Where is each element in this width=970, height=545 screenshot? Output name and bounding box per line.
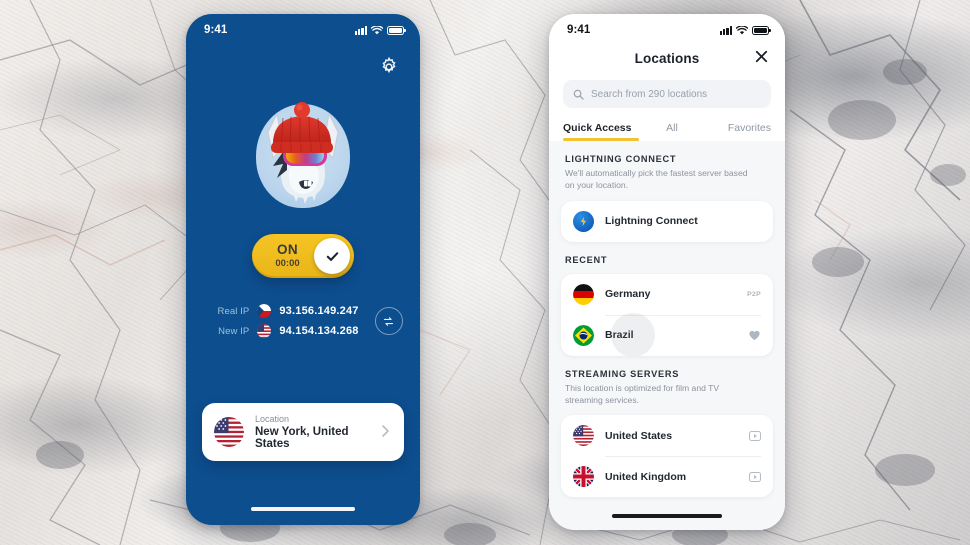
united-states-flag xyxy=(257,324,272,338)
locations-list[interactable]: LIGHTNING CONNECT We'll automatically pi… xyxy=(549,141,785,530)
wifi-icon xyxy=(736,25,748,35)
list-item-brazil[interactable]: Brazil xyxy=(561,312,773,356)
germany-flag xyxy=(573,283,594,305)
llama-mascot-red-beanie-goggles xyxy=(267,102,339,204)
chevron-right-icon[interactable] xyxy=(381,424,392,441)
toggle-knob[interactable] xyxy=(314,238,350,274)
wifi-icon xyxy=(371,25,383,35)
video-icon[interactable] xyxy=(749,471,761,482)
real-ip-label: Real IP xyxy=(217,305,250,317)
czech-republic-flag xyxy=(257,304,272,318)
section-title-recent: RECENT xyxy=(565,254,608,265)
united-states-flag xyxy=(214,417,244,447)
tab-favorites[interactable]: Favorites xyxy=(705,118,771,141)
home-indicator xyxy=(251,507,355,511)
section-title-streaming-servers: STREAMING SERVERS xyxy=(565,368,680,379)
gear-icon[interactable] xyxy=(378,56,400,78)
vpn-toggle-row: ON 00:00 xyxy=(186,234,420,278)
new-ip-row: New IP 94.154.134.268 xyxy=(203,324,358,338)
vpn-connect-toggle[interactable]: ON 00:00 xyxy=(252,234,354,278)
marble-grain xyxy=(0,0,970,545)
close-icon[interactable] xyxy=(753,48,771,66)
location-text: Location New York, United States xyxy=(255,414,370,450)
status-icons xyxy=(719,25,771,35)
section-desc-streaming-servers: This location is optimized for film and … xyxy=(565,382,720,405)
lightning-connect-card: Lightning Connect xyxy=(561,200,773,242)
cellular-signal-icon xyxy=(354,25,367,35)
marble-background xyxy=(0,0,970,545)
current-location-card[interactable]: Location New York, United States xyxy=(202,403,404,461)
location-value: New York, United States xyxy=(255,426,349,450)
recent-card: Germany P2P Brazil xyxy=(561,273,773,356)
new-ip-value: 94.154.134.268 xyxy=(279,325,359,337)
list-item-germany[interactable]: Germany P2P xyxy=(561,274,773,315)
new-ip-label: New IP xyxy=(218,325,250,337)
toggle-state-label: ON xyxy=(276,242,299,258)
vpn-app-home-screen: 9:41 ON 00:00 Real IP 93.156.149.247 New… xyxy=(186,14,420,525)
real-ip-row: Real IP 93.156.149.247 xyxy=(203,304,358,318)
mascot-illustration xyxy=(186,92,420,222)
status-bar-left: 9:41 xyxy=(186,14,420,42)
list-item-label: Lightning Connect xyxy=(605,215,698,228)
battery-icon xyxy=(387,25,406,35)
list-item-lightning-connect[interactable]: Lightning Connect xyxy=(561,201,773,242)
video-icon[interactable] xyxy=(749,430,761,441)
status-clock: 9:41 xyxy=(567,24,591,36)
search-icon xyxy=(573,89,584,100)
united-kingdom-flag xyxy=(573,466,594,488)
ip-information: Real IP 93.156.149.247 New IP 94.154.134… xyxy=(186,304,420,338)
status-clock: 9:41 xyxy=(204,24,228,36)
tab-quick-access[interactable]: Quick Access xyxy=(563,118,639,141)
check-icon xyxy=(325,249,340,264)
page-title: Locations xyxy=(634,51,700,66)
section-desc-lightning-connect: We'll automatically pick the fastest ser… xyxy=(565,168,748,190)
sheet-header: Locations xyxy=(549,42,785,72)
search-section xyxy=(549,72,785,118)
list-item-label: Germany xyxy=(605,288,651,301)
brazil-flag xyxy=(573,324,594,346)
real-ip-value: 93.156.149.247 xyxy=(279,305,359,317)
toggle-labels: ON 00:00 xyxy=(256,242,314,269)
list-item-united-states[interactable]: United States xyxy=(561,415,773,456)
united-states-flag xyxy=(573,425,594,447)
streaming-servers-card: United States United Kingdom xyxy=(561,415,773,498)
list-item-label: United States xyxy=(605,429,673,442)
locations-tabs: Quick Access All Favorites xyxy=(549,118,785,141)
home-indicator xyxy=(612,513,722,518)
status-icons xyxy=(354,25,406,35)
toggle-timer: 00:00 xyxy=(275,257,300,269)
swap-refresh-icon[interactable] xyxy=(374,307,403,335)
status-badge: P2P xyxy=(747,290,761,298)
status-bar-right: 9:41 xyxy=(549,14,785,42)
locations-sheet-screen: 9:41 Locations Quick Access All Favorite… xyxy=(549,14,785,530)
heart-icon[interactable] xyxy=(748,329,761,341)
lightning-bolt-icon xyxy=(573,210,594,232)
list-item-united-kingdom[interactable]: United Kingdom xyxy=(561,456,773,497)
settings-row xyxy=(186,42,420,78)
battery-icon xyxy=(752,25,771,35)
cellular-signal-icon xyxy=(719,25,732,35)
tab-all[interactable]: All xyxy=(639,118,705,141)
section-title-lightning-connect: LIGHTNING CONNECT xyxy=(565,154,677,164)
search-bar[interactable] xyxy=(563,80,771,108)
list-item-label: United Kingdom xyxy=(605,470,687,483)
search-input[interactable] xyxy=(591,88,761,100)
location-label: Location xyxy=(255,414,290,424)
list-item-label: Brazil xyxy=(605,329,634,342)
